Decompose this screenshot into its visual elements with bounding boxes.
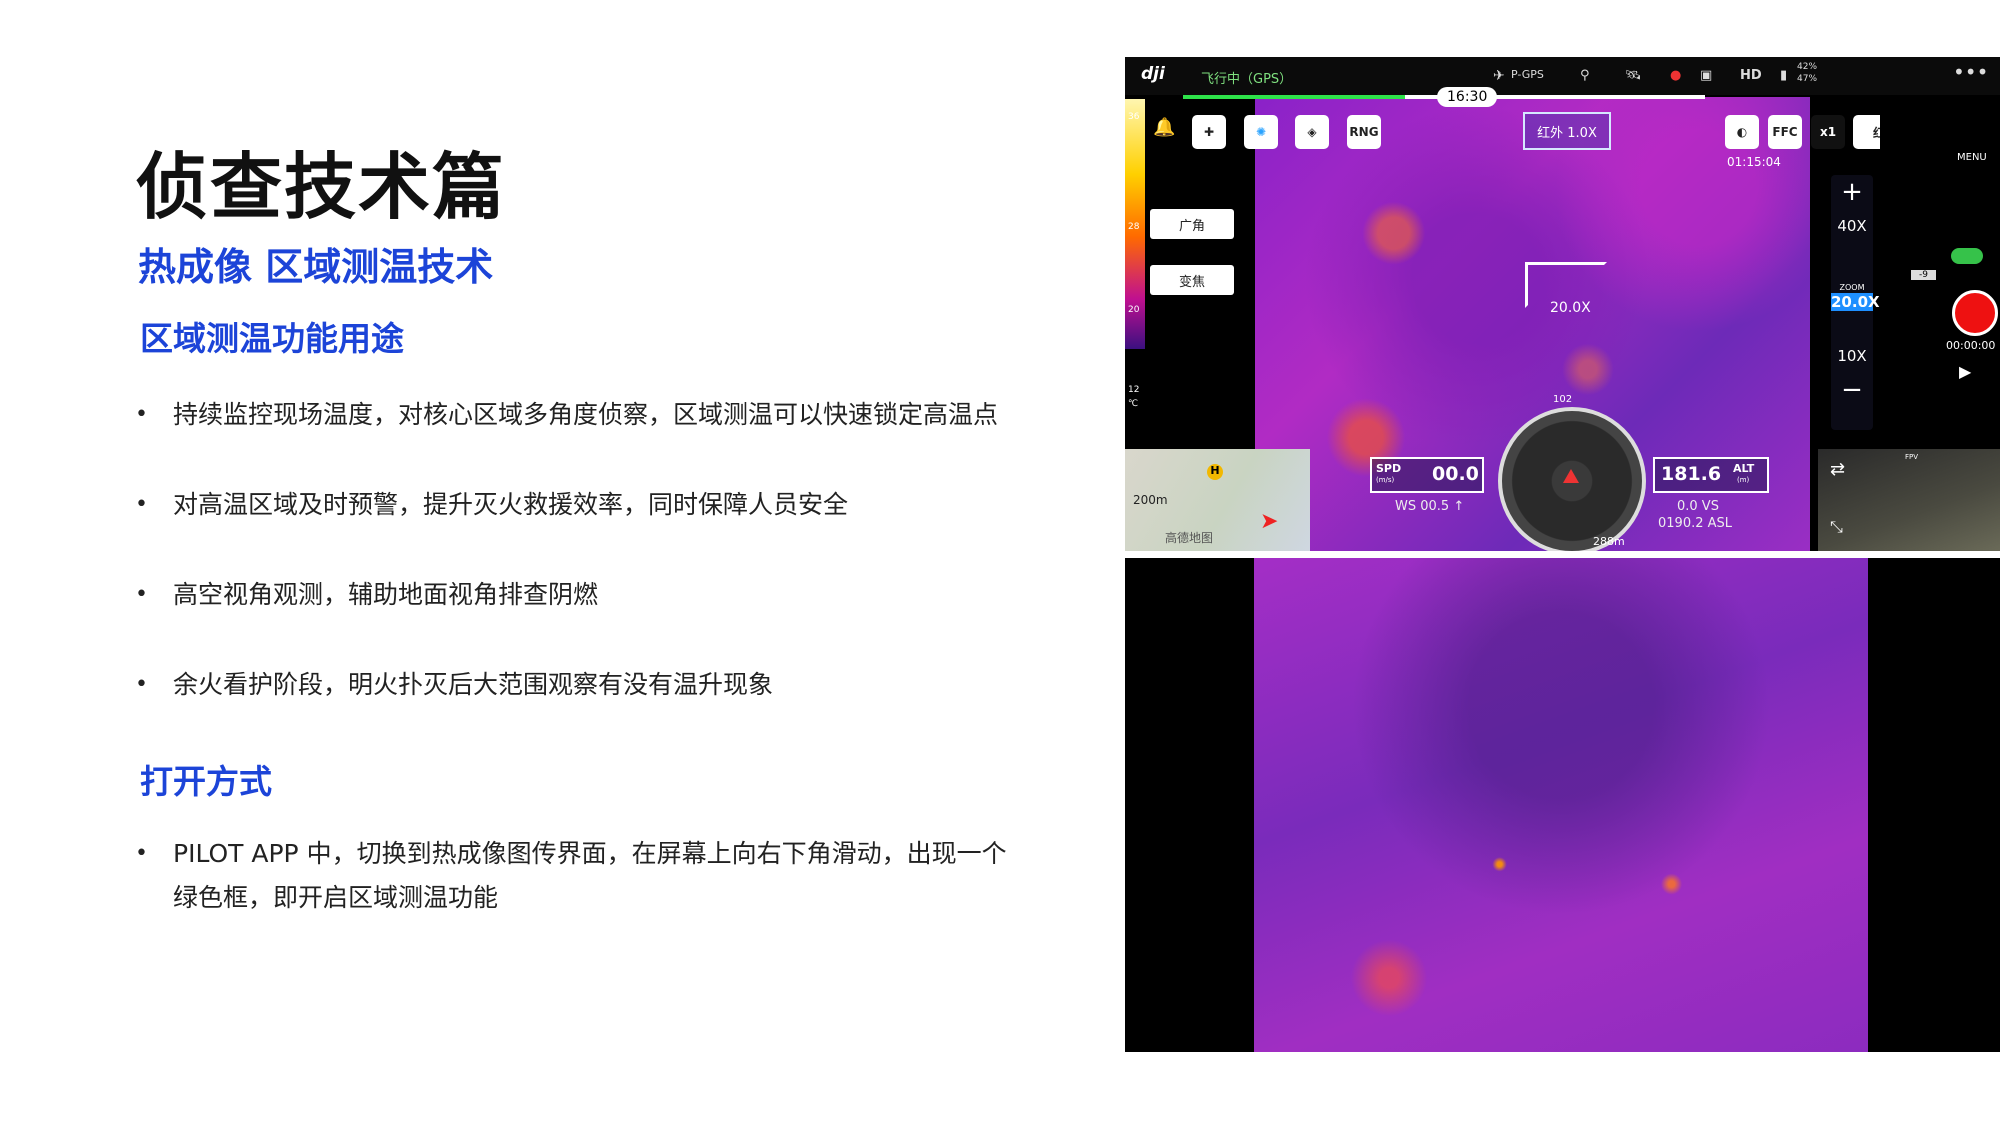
uses-heading: 区域测温功能用途 (140, 319, 404, 358)
recording-time: 01:15:04 (1727, 155, 1781, 169)
home-point-icon: H (1207, 464, 1223, 480)
flight-progress-green (1183, 95, 1405, 99)
vertical-speed: 0.0 VS (1677, 499, 1719, 514)
swap-view-icon[interactable]: ⇄ (1830, 459, 1845, 480)
drone-icon: ✈ (1493, 68, 1505, 84)
asl-altitude: 0190.2 ASL (1658, 516, 1733, 531)
alt-unit: (m) (1737, 476, 1750, 484)
list-item: PILOT APP 中，切换到热成像图传界面，在屏幕上向右下角滑动，出现一个绿色… (135, 832, 1015, 920)
spd-value: 00.0 (1432, 463, 1479, 485)
temp-mid: 20 (1128, 305, 1140, 315)
ffc-button[interactable]: FFC (1768, 115, 1802, 149)
zoom-min-label: 10X (1837, 347, 1867, 365)
distance-value: 288m (1593, 535, 1625, 548)
map-brand: 高德地图 (1165, 531, 1214, 545)
playback-icon[interactable]: ▶ (1959, 362, 1971, 381)
zoom-current-value: 20.0X (1831, 293, 1880, 311)
open-heading: 打开方式 (140, 762, 272, 801)
pilot-app-screenshot: dji 飞行中（GPS） ✈ P-GPS ⚲ 🛰 ● ▣ HD ▮ 42% 47… (1125, 57, 2000, 551)
signal-icon: ⚲ (1580, 68, 1590, 83)
ir-zoom-label[interactable]: 红外 1.0X (1523, 112, 1611, 150)
fpv-label: FPV (1905, 453, 1919, 461)
remote-icon: ● (1670, 68, 1682, 83)
alarm-bell-icon[interactable]: 🔔 (1153, 117, 1175, 138)
open-steps-list: PILOT APP 中，切换到热成像图传界面，在屏幕上向右下角滑动，出现一个绿色… (135, 832, 1015, 920)
record-timer: 00:00:00 (1946, 339, 1996, 352)
ev-value: -9 (1911, 270, 1936, 280)
mini-map[interactable]: H 200m 高德地图 ➤ (1125, 449, 1310, 551)
list-item: 余火看护阶段，明火扑灭后大范围观察有没有温升现象 (135, 663, 998, 707)
fpv-view[interactable]: ⇄ ⤡ FPV (1818, 449, 2000, 551)
alt-label: ALT (1733, 462, 1755, 475)
collapse-icon[interactable]: ⤡ (1830, 517, 1843, 537)
zoom-current-caption: ZOOM (1839, 283, 1865, 292)
compass-radar (1498, 407, 1646, 551)
wind-speed: WS 00.5 ↑ (1395, 499, 1465, 514)
hd-signal: HD (1740, 68, 1762, 83)
x1-button[interactable]: x1 (1811, 115, 1845, 149)
rng-button[interactable]: RNG (1347, 115, 1381, 149)
heading-value: 102 (1553, 394, 1573, 405)
gps-mode: P-GPS (1511, 68, 1544, 81)
spd-unit: (m/s) (1376, 476, 1395, 484)
speed-box: SPD (m/s) 00.0 (1370, 457, 1484, 493)
aircraft-arrow-icon: ➤ (1260, 509, 1279, 534)
palette-icon[interactable]: ◐ (1725, 115, 1759, 149)
zoom-slider[interactable]: + 40X ZOOM 20.0X 10X − (1831, 175, 1880, 430)
temp-max: 36 (1128, 112, 1140, 122)
battery-2: 47% (1797, 74, 1818, 84)
ar-icon[interactable]: ◈ (1295, 115, 1329, 149)
status-bar: dji 飞行中（GPS） ✈ P-GPS ⚲ 🛰 ● ▣ HD ▮ 42% 47… (1125, 57, 2000, 95)
zoom-in-button[interactable]: + (1831, 177, 1873, 207)
temp-high: 28 (1128, 222, 1140, 232)
list-item: 高空视角观测，辅助地面视角排查阴燃 (135, 573, 998, 617)
map-scale: 200m (1133, 493, 1168, 507)
zoom-out-button[interactable]: − (1831, 375, 1873, 405)
flight-time: 16:30 (1437, 87, 1498, 107)
list-item: 对高温区域及时预警，提升灭火救援效率，同时保障人员安全 (135, 483, 998, 527)
zoom-mode-button[interactable]: 变焦 (1150, 265, 1234, 295)
flight-status: 飞行中（GPS） (1201, 72, 1293, 87)
slide-content: 侦查技术篇 热成像 区域测温技术 区域测温功能用途 持续监控现场温度，对核心区域… (0, 0, 1100, 1126)
page-subtitle: 热成像 区域测温技术 (138, 245, 494, 289)
temp-unit: ℃ (1128, 399, 1139, 409)
menu-label[interactable]: MENU (1957, 152, 1987, 163)
focus-zoom-label: 20.0X (1550, 300, 1591, 316)
wide-angle-button[interactable]: 广角 (1150, 209, 1234, 239)
thermal-image-content (1254, 558, 1868, 1052)
controller-icon: ▣ (1700, 68, 1713, 83)
thermal-image-lower (1125, 558, 2000, 1052)
palette-mode-icon[interactable]: ✚ (1192, 115, 1226, 149)
aircraft-heading-icon (1563, 469, 1579, 483)
dji-logo: dji (1141, 64, 1165, 84)
page-title: 侦查技术篇 (136, 145, 507, 229)
light-icon[interactable]: ✺ (1244, 115, 1278, 149)
uses-list: 持续监控现场温度，对核心区域多角度侦察，区域测温可以快速锁定高温点 对高温区域及… (135, 393, 998, 753)
list-item: 持续监控现场温度，对核心区域多角度侦察，区域测温可以快速锁定高温点 (135, 393, 998, 437)
temp-low: 12 (1128, 385, 1140, 395)
satellite-icon: 🛰 (1625, 68, 1642, 83)
more-icon[interactable]: ••• (1953, 60, 1988, 84)
spd-label: SPD (1376, 462, 1402, 475)
alt-value: 181.6 (1661, 463, 1722, 485)
zoom-max-label: 40X (1837, 217, 1867, 235)
record-button[interactable] (1952, 290, 1998, 336)
photo-video-toggle[interactable] (1951, 248, 1983, 264)
altitude-box: 181.6 ALT (m) (1653, 457, 1769, 493)
battery-1: 42% (1797, 62, 1818, 72)
battery-icon: ▮ (1780, 68, 1788, 83)
